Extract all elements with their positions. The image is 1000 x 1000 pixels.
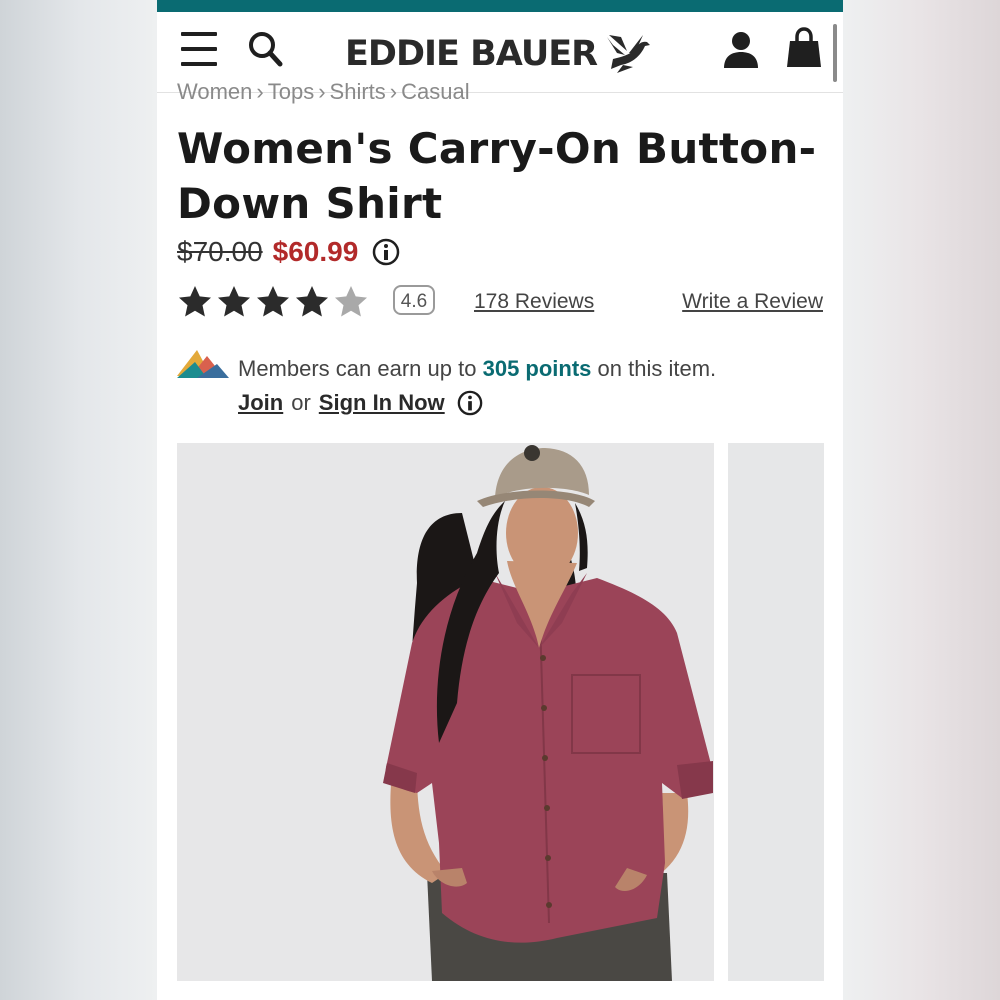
breadcrumb: Women › Tops › Shirts › Casual	[177, 79, 470, 104]
star-empty-icon	[335, 286, 367, 317]
star-filled-icon	[257, 286, 289, 317]
scrollbar[interactable]	[833, 24, 837, 82]
product-title: Women's Carry-On Button-Down Shirt	[177, 124, 817, 228]
rewards-message: Members can earn up to 305 points on thi…	[238, 356, 716, 382]
mobile-screen: EDDIE BAUER Women › Tops › Shirts › Casual Wom…	[157, 0, 843, 1000]
rewards-actions: Join or Sign In Now	[238, 390, 483, 416]
top-accent-bar	[157, 0, 843, 12]
breadcrumb-tops[interactable]: Tops	[268, 79, 314, 104]
search-icon[interactable]	[247, 30, 283, 68]
product-image-main[interactable]	[177, 443, 714, 981]
breadcrumb-shirts[interactable]: Shirts	[330, 79, 386, 104]
star-rating	[177, 284, 369, 320]
rewards-info-icon[interactable]	[457, 390, 483, 416]
write-review-link[interactable]: Write a Review	[682, 290, 823, 314]
sign-in-link[interactable]: Sign In Now	[319, 390, 445, 416]
original-price: $70.00	[177, 236, 263, 267]
rewards-points: 305 points	[482, 356, 592, 381]
star-filled-icon	[179, 286, 211, 317]
model-photo-illustration	[383, 445, 713, 981]
rating-value-badge: 4.6	[393, 285, 435, 315]
rewards-text-after: on this item.	[597, 356, 717, 381]
menu-icon[interactable]	[181, 32, 217, 66]
star-filled-icon	[218, 286, 250, 317]
product-image-next[interactable]	[728, 443, 824, 981]
brand-goose-logo	[607, 35, 651, 73]
breadcrumb-casual: Casual	[401, 79, 470, 104]
rating-row: 4.6 178 Reviews Write a Review	[177, 282, 823, 322]
or-text: or	[291, 390, 311, 415]
brand-logo[interactable]: EDDIE BAUER	[345, 32, 653, 76]
rewards-mountain-icon	[177, 350, 229, 378]
price-info-icon[interactable]	[372, 238, 400, 266]
rewards-text-before: Members can earn up to	[238, 356, 477, 381]
account-icon[interactable]	[722, 30, 760, 70]
rewards-banner: Members can earn up to 305 points on thi…	[177, 344, 823, 424]
sale-price: $60.99	[272, 236, 359, 267]
reviews-link[interactable]: 178 Reviews	[474, 290, 594, 314]
star-filled-icon	[296, 286, 328, 317]
price-row: $70.00 $60.99	[177, 236, 400, 268]
breadcrumb-women[interactable]: Women	[177, 79, 252, 104]
join-link[interactable]: Join	[238, 390, 283, 416]
brand-name: EDDIE BAUER	[345, 34, 598, 74]
shopping-bag-icon[interactable]	[785, 27, 823, 69]
